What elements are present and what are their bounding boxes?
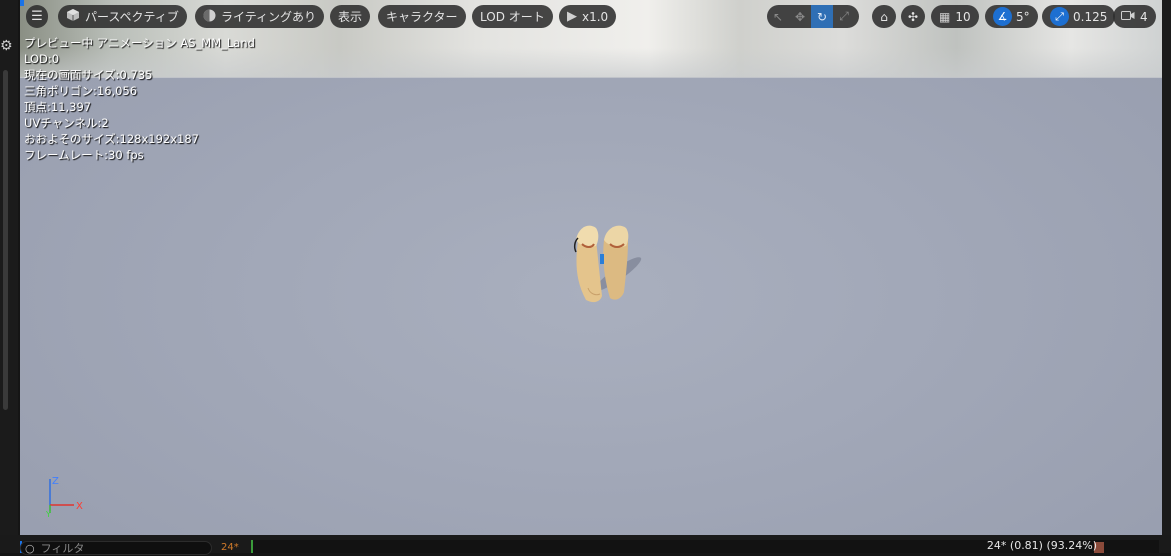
- scale-icon[interactable]: ⤢: [833, 5, 855, 28]
- surface-snap-toggle[interactable]: ✣: [901, 5, 925, 28]
- stat-line: プレビュー中 アニメーション AS_MM_Land: [24, 36, 255, 50]
- camera-icon: [1121, 10, 1135, 24]
- scale-snap-button[interactable]: ⤢ 0.125: [1042, 5, 1116, 28]
- stat-line: 頂点:11,397: [24, 100, 92, 114]
- camera-speed-value: 4: [1140, 9, 1148, 24]
- preview-stats-overlay: プレビュー中 アニメーション AS_MM_Land LOD:0 現在の画面サイズ…: [24, 35, 255, 163]
- angle-icon: ∡: [993, 7, 1012, 26]
- stat-line: UVチャンネル:2: [24, 116, 109, 130]
- scale-snap-value: 0.125: [1073, 9, 1108, 24]
- select-icon[interactable]: ↖: [767, 5, 789, 28]
- hamburger-icon: ☰: [31, 9, 43, 24]
- lod-label: LOD オート: [480, 10, 545, 24]
- grid-icon: ▦: [939, 9, 951, 24]
- viewport-menu-button[interactable]: ☰: [26, 5, 48, 28]
- left-panel-strip: ⚙: [0, 0, 18, 553]
- lighting-label: ライティングあり: [221, 10, 317, 24]
- playback-speed-button[interactable]: ▶ x1.0: [559, 5, 617, 28]
- stat-line: 現在の画面サイズ:0.735: [24, 68, 153, 82]
- current-frame-label: 24*: [221, 542, 239, 553]
- show-button[interactable]: 表示: [330, 5, 371, 28]
- perspective-label: パースペクティブ: [85, 10, 179, 24]
- translate-icon[interactable]: ✥: [789, 5, 811, 28]
- right-panel-edge: [1162, 0, 1171, 535]
- angle-snap-value: 5°: [1016, 9, 1030, 24]
- character-button[interactable]: キャラクター: [378, 5, 466, 28]
- left-scrollbar[interactable]: [3, 70, 8, 410]
- character-preview[interactable]: [556, 218, 648, 308]
- stat-line: 三角ポリゴン:16,056: [24, 84, 138, 98]
- camera-speed-button[interactable]: 4: [1113, 5, 1156, 28]
- scale-snap-icon: ⤢: [1050, 7, 1069, 26]
- axis-gizmo: Z X Y: [45, 476, 83, 517]
- lod-button[interactable]: LOD オート: [472, 5, 553, 28]
- gizmo-z-label: Z: [52, 476, 59, 487]
- cube-icon: [66, 8, 80, 25]
- filter-placeholder: フィルタ: [40, 542, 85, 555]
- gizmo-y-label: Y: [45, 510, 51, 517]
- gear-icon[interactable]: ⚙: [0, 38, 14, 54]
- grid-snap-button[interactable]: ▦ 10: [931, 5, 979, 28]
- viewport-focus-accent: [20, 0, 24, 6]
- lighting-mode-button[interactable]: ライティングあり: [195, 5, 325, 28]
- viewport[interactable]: ☰ パースペクティブ ライティングあり 表示 キャラクター LOD オート ▶ …: [20, 0, 1162, 535]
- gizmo-x-label: X: [76, 501, 83, 512]
- rotate-icon[interactable]: ↻: [811, 5, 833, 28]
- stat-line: おおよそのサイズ:128x192x187: [24, 132, 199, 146]
- show-label: 表示: [338, 10, 363, 24]
- playback-label: x1.0: [582, 9, 609, 24]
- surface-snap-icon: ✣: [907, 9, 919, 24]
- frame-readout: 24* (0.81) (93.24%): [986, 539, 1097, 552]
- stat-line: フレームレート:30 fps: [24, 148, 144, 162]
- angle-snap-button[interactable]: ∡ 5°: [985, 5, 1038, 28]
- play-icon: ▶: [567, 9, 577, 24]
- stat-line: LOD:0: [24, 52, 60, 66]
- perspective-button[interactable]: パースペクティブ: [58, 5, 187, 28]
- character-label: キャラクター: [386, 10, 458, 24]
- grid-snap-value: 10: [955, 9, 971, 24]
- transform-tool-group: ↖ ✥ ↻ ⤢: [767, 5, 859, 28]
- world-icon: ⌂: [880, 9, 888, 24]
- lighting-sphere-icon: [203, 9, 216, 25]
- world-local-toggle[interactable]: ⌂: [872, 5, 896, 28]
